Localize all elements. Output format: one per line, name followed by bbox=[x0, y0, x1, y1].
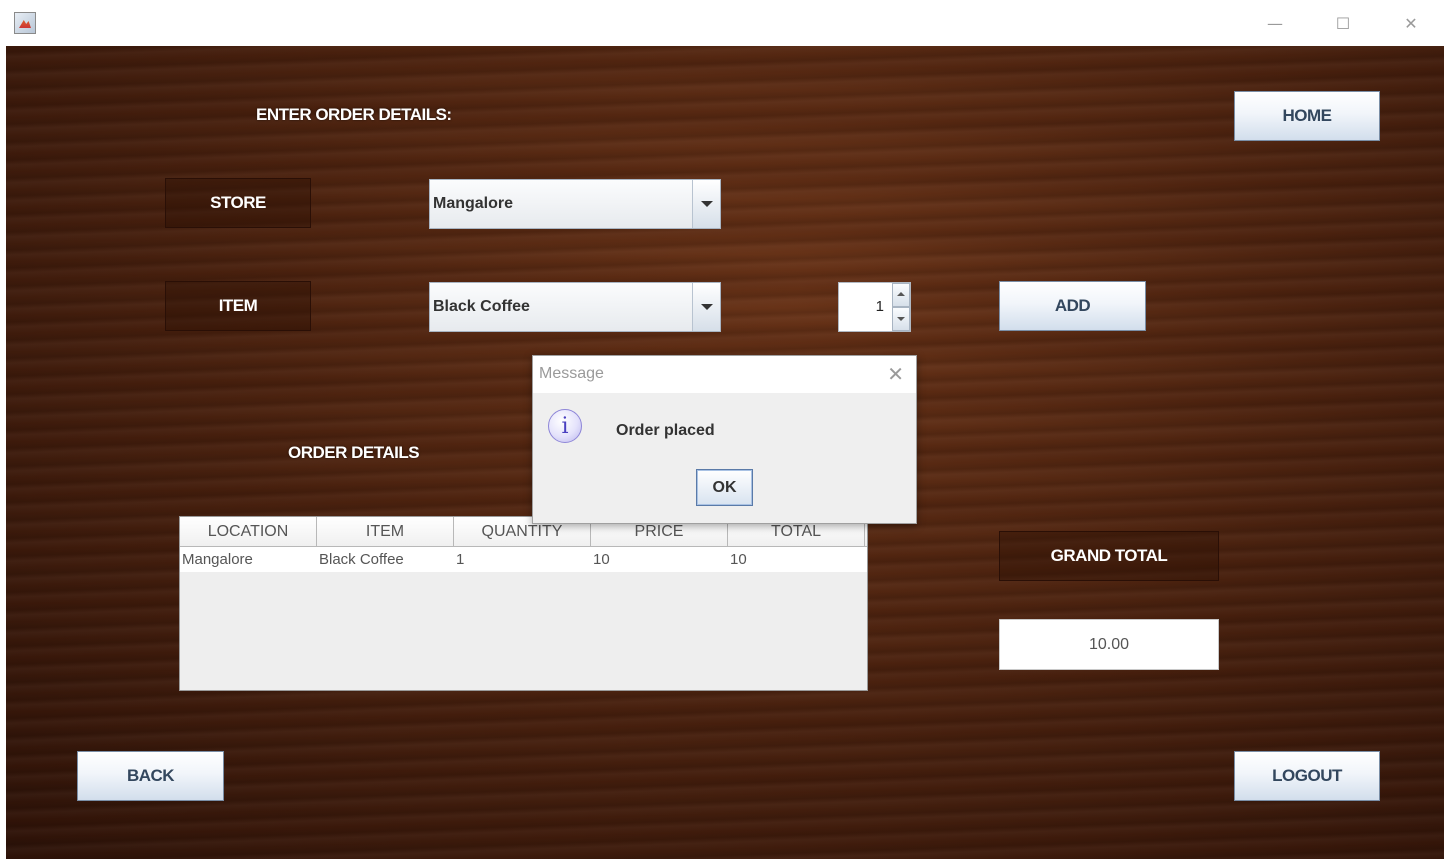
maximize-icon[interactable]: ☐ bbox=[1320, 8, 1366, 38]
minimize-icon[interactable]: — bbox=[1252, 8, 1298, 38]
table-cell: 1 bbox=[456, 551, 465, 568]
table-cell: Mangalore bbox=[182, 551, 253, 568]
back-button[interactable]: BACK bbox=[77, 751, 224, 801]
order-table: LOCATION ITEM QUANTITY PRICE TOTAL Manga… bbox=[179, 516, 868, 691]
table-cell: 10 bbox=[730, 551, 747, 568]
window-title-bar: — ☐ ✕ bbox=[0, 0, 1450, 46]
table-row[interactable]: Mangalore Black Coffee 1 10 10 bbox=[180, 547, 867, 572]
store-dropdown-value: Mangalore bbox=[433, 195, 514, 212]
increment-icon[interactable] bbox=[892, 283, 910, 307]
quantity-value[interactable]: 1 bbox=[876, 283, 884, 331]
store-label: STORE bbox=[165, 178, 311, 228]
add-button[interactable]: ADD bbox=[999, 281, 1146, 331]
column-header[interactable]: LOCATION bbox=[180, 517, 317, 546]
java-app-icon bbox=[14, 12, 36, 34]
order-details-heading: ORDER DETAILS bbox=[288, 443, 420, 462]
enter-order-details-heading: ENTER ORDER DETAILS: bbox=[256, 105, 452, 124]
close-icon[interactable]: ✕ bbox=[887, 362, 904, 386]
grand-total-label: GRAND TOTAL bbox=[999, 531, 1219, 581]
quantity-stepper[interactable]: 1 bbox=[838, 282, 911, 332]
decrement-icon[interactable] bbox=[892, 307, 910, 331]
dialog-message: Order placed bbox=[616, 422, 715, 439]
item-dropdown[interactable]: Black Coffee bbox=[429, 282, 721, 332]
dialog-title: Message bbox=[539, 365, 604, 382]
ok-button[interactable]: OK bbox=[696, 469, 753, 506]
chevron-down-icon[interactable] bbox=[692, 180, 720, 228]
close-icon[interactable]: ✕ bbox=[1388, 8, 1434, 38]
chevron-down-icon[interactable] bbox=[692, 283, 720, 331]
column-header[interactable]: ITEM bbox=[317, 517, 454, 546]
item-dropdown-value: Black Coffee bbox=[433, 298, 530, 315]
grand-total-field: 10.00 bbox=[999, 619, 1219, 670]
table-cell: 10 bbox=[593, 551, 610, 568]
table-cell: Black Coffee bbox=[319, 551, 404, 568]
message-dialog: Message ✕ i Order placed OK bbox=[532, 355, 917, 524]
home-button[interactable]: HOME bbox=[1234, 91, 1380, 141]
store-dropdown[interactable]: Mangalore bbox=[429, 179, 721, 229]
logout-button[interactable]: LOGOUT bbox=[1234, 751, 1380, 801]
info-icon: i bbox=[548, 409, 582, 443]
dialog-title-bar: Message ✕ bbox=[533, 356, 916, 393]
item-label: ITEM bbox=[165, 281, 311, 331]
